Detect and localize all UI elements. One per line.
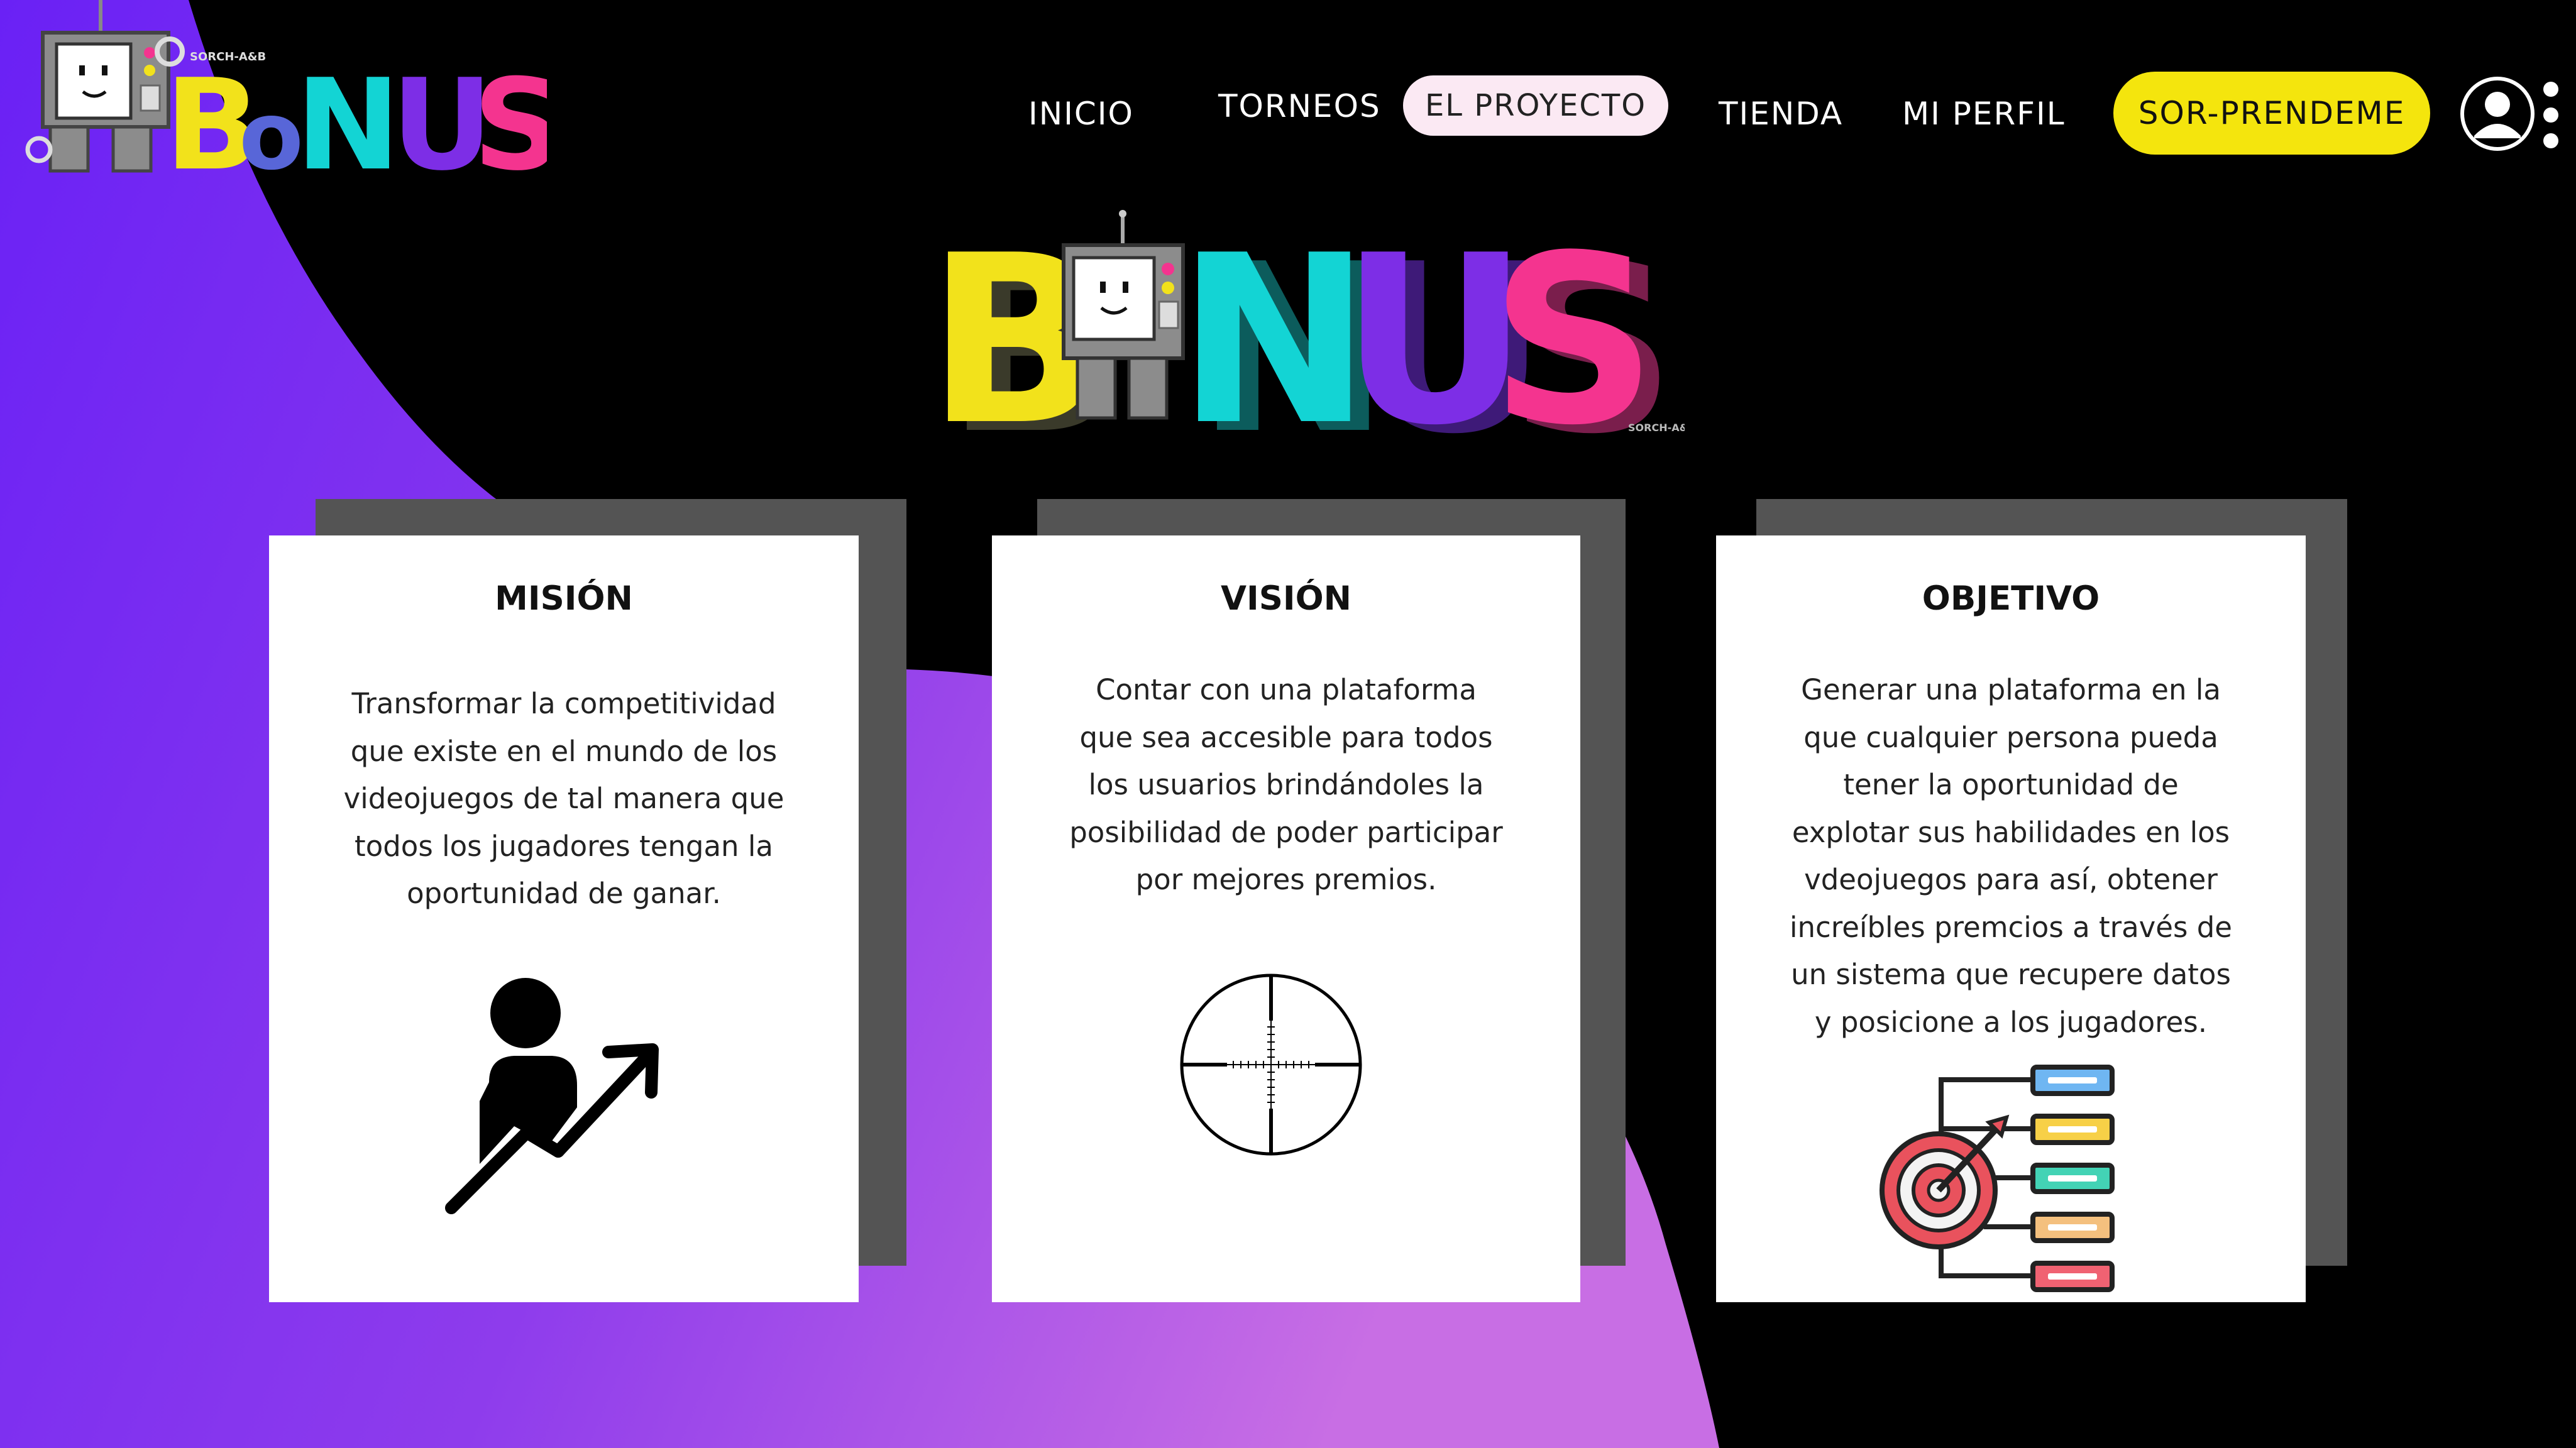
hero-letter-s: S [1490,207,1657,440]
card-line: Contar con una plataforma [1096,673,1477,706]
card-line: videojuegos de tal manera que [343,782,784,815]
nav-el-proyecto[interactable]: EL PROYECTO [1403,75,1668,136]
card-line: Generar una plataforma en la [1801,673,2221,706]
nav-mi-perfil[interactable]: MI PERFIL [1902,98,2066,129]
user-circle-icon[interactable] [2459,75,2536,152]
hero-logo-graphic: B N U S B N U S SORCH-A&B [927,206,1696,485]
person-growth-icon [445,978,659,1214]
hero-logo: B N U S B N U S SORCH-A&B [918,206,1696,485]
crosshair-icon [1180,974,1362,1156]
card-line: los usuarios brindándoles la [1088,768,1484,801]
robot-mascot-icon [25,0,185,173]
brand-logo-graphic: SORCH-A&B B o N U S [25,0,563,199]
card-line: tener la oportunidad de [1843,768,2179,801]
card-line: que cualquier persona pueda [1803,720,2218,754]
card-line: Transformar la competitividad [351,687,776,720]
nav-tienda[interactable]: TIENDA [1719,98,1843,129]
brand-wordmark: B o N U S [165,52,563,199]
target-goals-icon [1880,1065,2115,1292]
card-title: MISIÓN [495,579,633,618]
card-line: posibilidad de poder participar [1069,815,1503,849]
kebab-menu-icon[interactable] [2538,80,2563,150]
card-description: Transformar la competitividad que existe… [307,680,821,918]
card-vision: VISIÓN Contar con una plataforma que sea… [992,535,1580,1302]
card-line: vdeojuegos para así, obtener [1804,863,2218,896]
brand-letter-o: o [239,82,304,182]
card-line: por mejores premios. [1135,863,1437,896]
card-line: y posicione a los jugadores. [1814,1005,2208,1039]
card-line: un sistema que recupere datos [1791,958,2231,991]
card-mision: MISIÓN Transformar la competitividad que… [269,535,859,1302]
brand-letter-n: N [295,52,400,182]
card-title: OBJETIVO [1922,579,2100,618]
card-line: que existe en el mundo de los [350,734,778,768]
hero-caption: SORCH-A&B [1628,422,1685,434]
card-line: increíbles premcios a través de [1789,910,2232,944]
card-line: que sea accesible para todos [1079,720,1493,754]
nav-torneos[interactable]: TORNEOS [1218,90,1381,122]
card-title: VISIÓN [1220,579,1352,618]
brand-letter-s: S [473,52,547,182]
card-description: Contar con una plataforma que sea accesi… [1030,666,1543,904]
brand-logo[interactable]: SORCH-A&B B o N U S [25,0,563,199]
card-line: explotar sus habilidades en los [1792,815,2230,849]
card-objetivo: OBJETIVO Generar una plataforma en la qu… [1716,535,2306,1302]
card-line: oportunidad de ganar. [407,877,721,910]
card-description: Generar una plataforma en la que cualqui… [1754,666,2268,1046]
card-line: todos los jugadores tengan la [355,829,773,863]
sor-prendeme-button[interactable]: SOR-PRENDEME [2113,72,2430,155]
nav-inicio[interactable]: INICIO [1028,98,1134,129]
